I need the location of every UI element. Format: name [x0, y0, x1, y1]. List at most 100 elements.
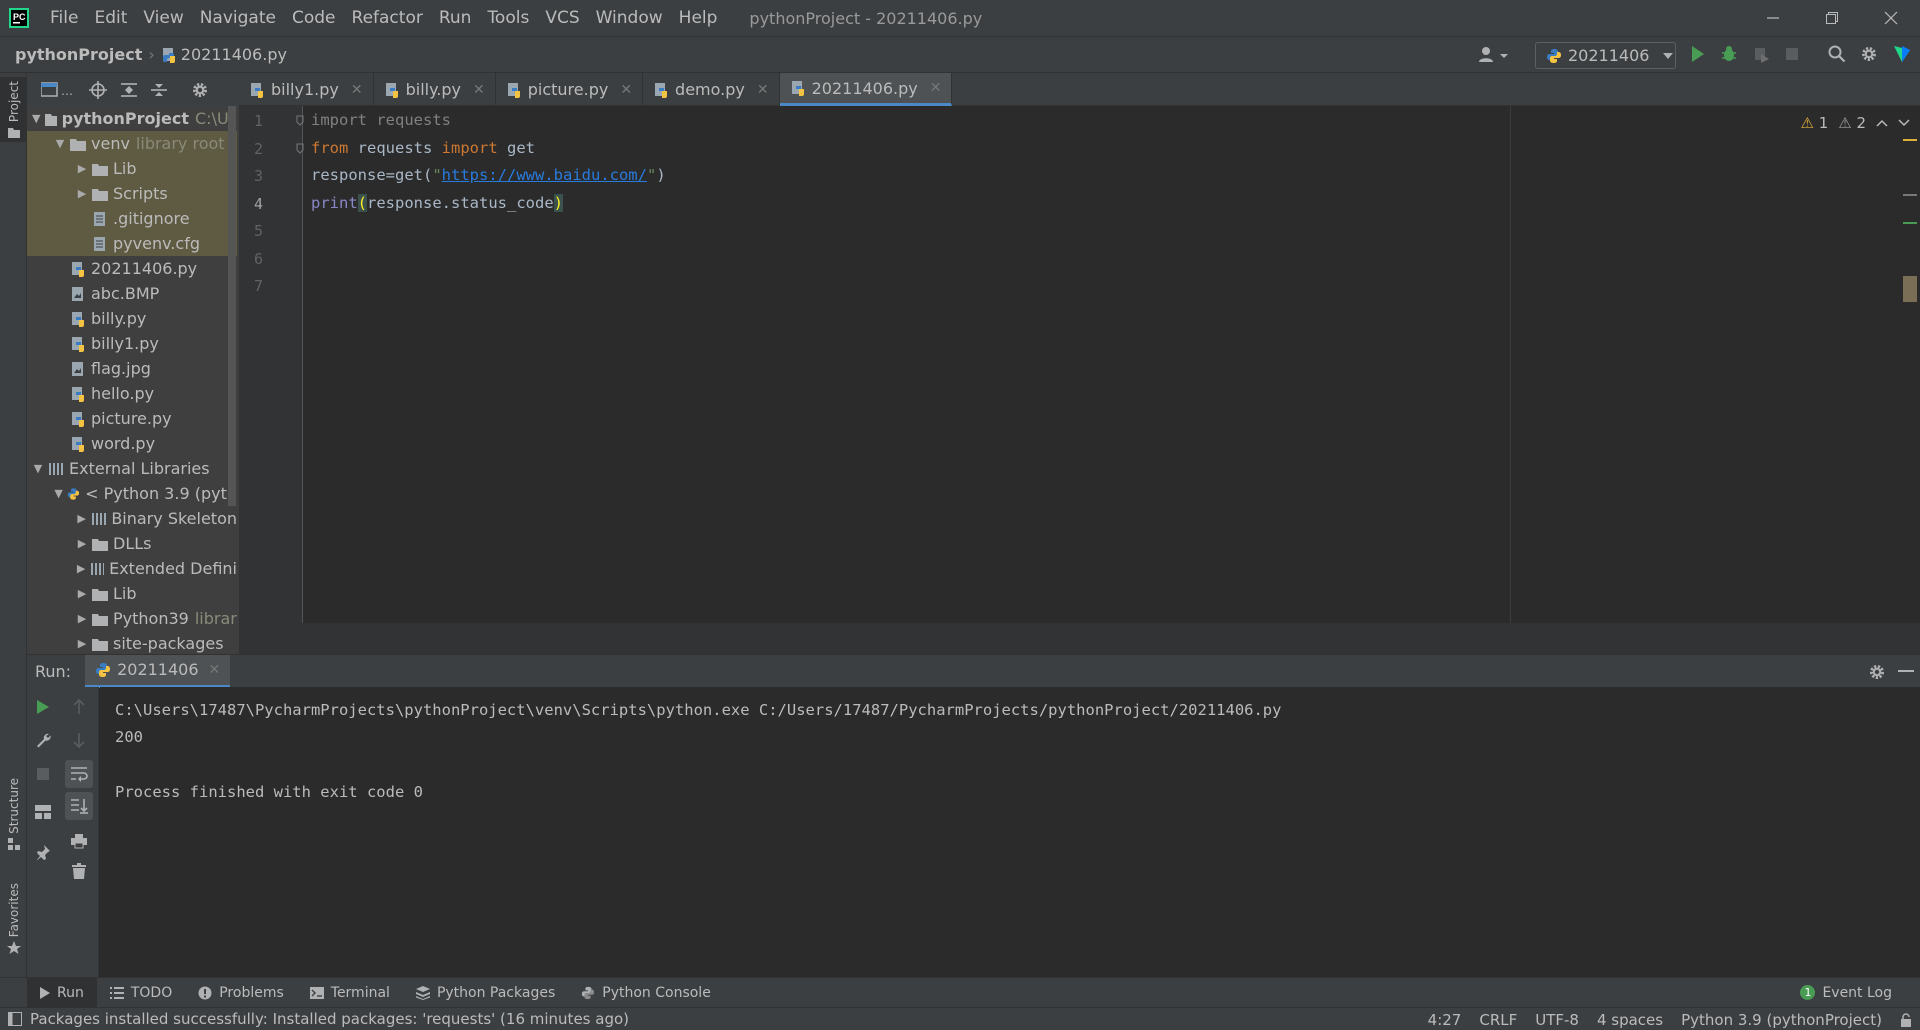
run-settings-button[interactable] — [1868, 663, 1886, 681]
weak-warning-count[interactable]: ⚠ 2 — [1838, 114, 1866, 132]
tree-item-python-sdk[interactable]: ▼ < Python 3.9 (pyth — [27, 481, 237, 506]
close-tab-icon[interactable]: ✕ — [351, 82, 363, 98]
debug-button[interactable] — [1720, 45, 1738, 63]
tool-tab-run[interactable]: Run — [27, 977, 97, 1008]
pin-tab-button[interactable] — [31, 840, 55, 864]
tree-item-extended-definitions[interactable]: ▶ Extended Defini — [27, 556, 237, 581]
tree-item-file[interactable]: abc.BMP — [27, 281, 237, 306]
menu-tools[interactable]: Tools — [479, 8, 537, 28]
gear-icon[interactable] — [191, 81, 209, 99]
editor-tab[interactable]: demo.py ✕ — [643, 73, 780, 106]
menu-code[interactable]: Code — [284, 8, 344, 28]
caret-position[interactable]: 4:27 — [1428, 1011, 1462, 1029]
favorites-tool-tab[interactable]: Favorites — [0, 883, 27, 955]
tree-scrollbar[interactable] — [228, 106, 236, 506]
tree-item-file[interactable]: billy.py — [27, 306, 237, 331]
tree-item-file[interactable]: word.py — [27, 431, 237, 456]
fold-marker-icon[interactable] — [296, 115, 304, 155]
run-button[interactable] — [1690, 45, 1706, 63]
lock-icon[interactable] — [1900, 1012, 1912, 1027]
print-button[interactable] — [67, 829, 91, 853]
menu-window[interactable]: Window — [588, 8, 671, 28]
search-everywhere-button[interactable] — [1828, 45, 1846, 63]
menu-vcs[interactable]: VCS — [537, 8, 587, 28]
tree-item-file[interactable]: hello.py — [27, 381, 237, 406]
warning-stripe-marker[interactable] — [1903, 139, 1917, 141]
tree-item-venv[interactable]: ▼ venv library root — [27, 131, 237, 156]
restore-button[interactable] — [1803, 0, 1861, 36]
editor-scrollbar-thumb[interactable] — [1903, 276, 1917, 302]
close-tab-icon[interactable]: ✕ — [620, 82, 632, 98]
menu-refactor[interactable]: Refactor — [344, 8, 431, 28]
tool-tab-python-console[interactable]: Python Console — [568, 978, 724, 1008]
tree-item-site-packages[interactable]: ▶ site-packages — [27, 631, 237, 654]
modify-run-config-button[interactable] — [31, 728, 55, 752]
close-tab-icon[interactable]: ✕ — [757, 82, 769, 98]
tree-item-dlls[interactable]: ▶ DLLs — [27, 531, 237, 556]
scroll-up-button[interactable] — [67, 695, 91, 719]
indent-setting[interactable]: 4 spaces — [1597, 1011, 1663, 1029]
tree-item-file[interactable]: billy1.py — [27, 331, 237, 356]
close-tab-icon[interactable]: ✕ — [930, 80, 942, 96]
collapse-all-icon[interactable] — [151, 82, 167, 98]
tree-item-file[interactable]: 20211406.py — [27, 256, 237, 281]
menu-run[interactable]: Run — [431, 8, 480, 28]
menu-file[interactable]: File — [42, 8, 86, 28]
tool-tab-todo[interactable]: TODO — [97, 978, 185, 1008]
tree-item-gitignore[interactable]: .gitignore — [27, 206, 237, 231]
menu-edit[interactable]: Edit — [86, 8, 135, 28]
tree-item-external-libraries[interactable]: ▼ External Libraries — [27, 456, 237, 481]
stripe-marker[interactable] — [1903, 222, 1917, 224]
editor-tab[interactable]: billy1.py ✕ — [239, 73, 374, 106]
stop-button[interactable] — [1785, 47, 1799, 61]
clear-all-button[interactable] — [67, 859, 91, 883]
rerun-button[interactable] — [31, 695, 55, 719]
editor-tab-active[interactable]: 20211406.py ✕ — [779, 73, 953, 106]
warning-count[interactable]: ⚠ 1 — [1800, 114, 1828, 132]
tree-item-scripts[interactable]: ▶ Scripts — [27, 181, 237, 206]
editor-tab[interactable]: picture.py ✕ — [496, 73, 644, 106]
menu-view[interactable]: View — [135, 8, 191, 28]
close-tab-icon[interactable]: ✕ — [209, 662, 221, 678]
breadcrumb-file[interactable]: 20211406.py — [161, 45, 287, 64]
locate-icon[interactable] — [89, 80, 107, 99]
tool-tab-terminal[interactable]: Terminal — [297, 978, 403, 1008]
tree-item-pyvenv[interactable]: pyvenv.cfg — [27, 231, 237, 256]
file-encoding[interactable]: UTF-8 — [1535, 1011, 1579, 1029]
tree-item-binary-skeletons[interactable]: ▶ Binary Skeleton — [27, 506, 237, 531]
tool-tab-problems[interactable]: Problems — [185, 978, 297, 1008]
code-url-link[interactable]: https://www.baidu.com/ — [442, 166, 647, 184]
coverage-button[interactable] — [1752, 45, 1770, 63]
tree-item-file[interactable]: flag.jpg — [27, 356, 237, 381]
interpreter-selector[interactable]: Python 3.9 (pythonProject) — [1681, 1011, 1882, 1029]
project-view-selector-icon[interactable]: … — [41, 81, 75, 98]
close-tab-icon[interactable]: ✕ — [473, 82, 485, 98]
soft-wrap-toggle[interactable] — [65, 760, 93, 788]
structure-tool-tab[interactable]: Structure — [0, 778, 27, 850]
toggle-tool-windows-icon[interactable] — [8, 1012, 22, 1026]
tree-item-project-root[interactable]: ▼ pythonProject C:\Us — [27, 106, 237, 131]
tree-item-python39[interactable]: ▶ Python39 librar — [27, 606, 237, 631]
chevron-up-icon[interactable] — [1876, 119, 1888, 127]
inspection-widget[interactable]: ⚠ 1 ⚠ 2 — [1800, 114, 1910, 132]
run-tab-active[interactable]: 20211406 ✕ — [85, 654, 231, 688]
scroll-down-button[interactable] — [67, 728, 91, 752]
stripe-marker[interactable] — [1903, 194, 1917, 196]
stop-run-button[interactable] — [31, 762, 55, 786]
tree-item-venv-lib[interactable]: ▶ Lib — [27, 156, 237, 181]
tree-item-sdk-lib[interactable]: ▶ Lib — [27, 581, 237, 606]
user-button[interactable] — [1478, 46, 1512, 64]
expand-all-icon[interactable] — [121, 82, 137, 98]
menu-navigate[interactable]: Navigate — [192, 8, 284, 28]
line-separator[interactable]: CRLF — [1479, 1011, 1517, 1029]
chevron-down-icon[interactable] — [1898, 119, 1910, 127]
run-console[interactable]: C:\Users\17487\PycharmProjects\pythonPro… — [100, 687, 1920, 977]
minimize-button[interactable] — [1744, 0, 1802, 36]
menu-help[interactable]: Help — [671, 8, 726, 28]
tool-tab-event-log[interactable]: 1 Event Log — [1787, 978, 1905, 1008]
status-message[interactable]: Packages installed successfully: Install… — [30, 1010, 629, 1028]
settings-button[interactable] — [1860, 45, 1878, 63]
tree-item-file[interactable]: picture.py — [27, 406, 237, 431]
run-configuration-selector[interactable]: 20211406 — [1535, 42, 1676, 69]
scroll-to-end-toggle[interactable] — [65, 792, 93, 820]
